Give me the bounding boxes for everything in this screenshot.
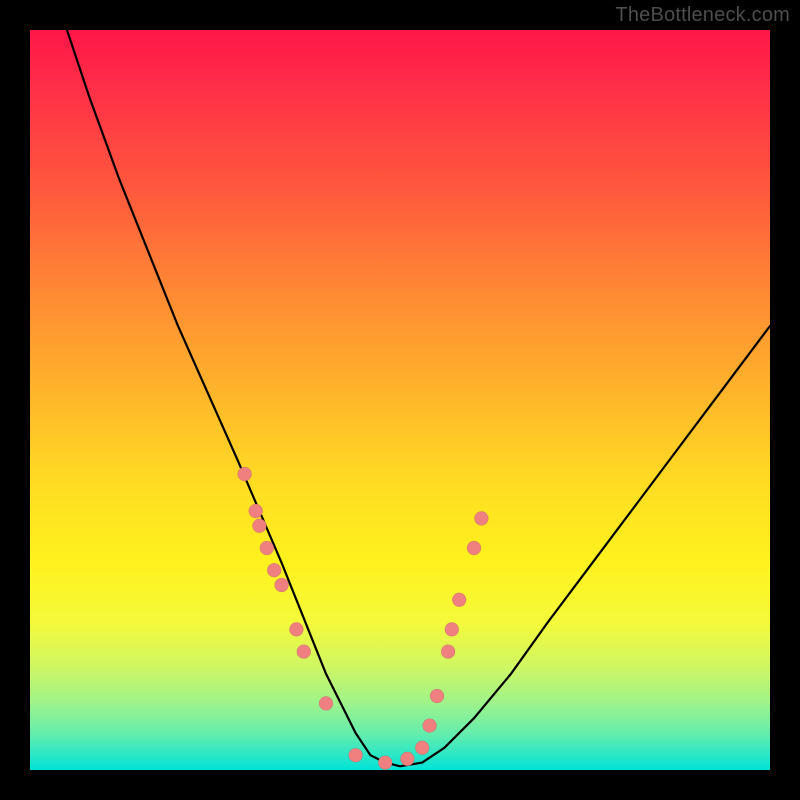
marker-dot bbox=[289, 622, 303, 636]
marker-dot bbox=[267, 563, 281, 577]
chart-stage: TheBottleneck.com bbox=[0, 0, 800, 800]
plot-area bbox=[30, 30, 770, 770]
marker-dot bbox=[297, 645, 311, 659]
marker-dot bbox=[441, 645, 455, 659]
marker-dots bbox=[238, 467, 489, 770]
marker-dot bbox=[452, 593, 466, 607]
chart-svg bbox=[30, 30, 770, 770]
marker-dot bbox=[430, 689, 444, 703]
marker-dot bbox=[252, 519, 266, 533]
marker-dot bbox=[445, 622, 459, 636]
marker-dot bbox=[260, 541, 274, 555]
bottleneck-curve bbox=[67, 30, 770, 766]
marker-dot bbox=[423, 719, 437, 733]
marker-dot bbox=[467, 541, 481, 555]
marker-dot bbox=[238, 467, 252, 481]
watermark-text: TheBottleneck.com bbox=[615, 4, 790, 27]
marker-dot bbox=[474, 511, 488, 525]
marker-dot bbox=[319, 696, 333, 710]
marker-dot bbox=[378, 756, 392, 770]
marker-dot bbox=[400, 752, 414, 766]
marker-dot bbox=[249, 504, 263, 518]
marker-dot bbox=[349, 748, 363, 762]
marker-dot bbox=[275, 578, 289, 592]
marker-dot bbox=[415, 741, 429, 755]
